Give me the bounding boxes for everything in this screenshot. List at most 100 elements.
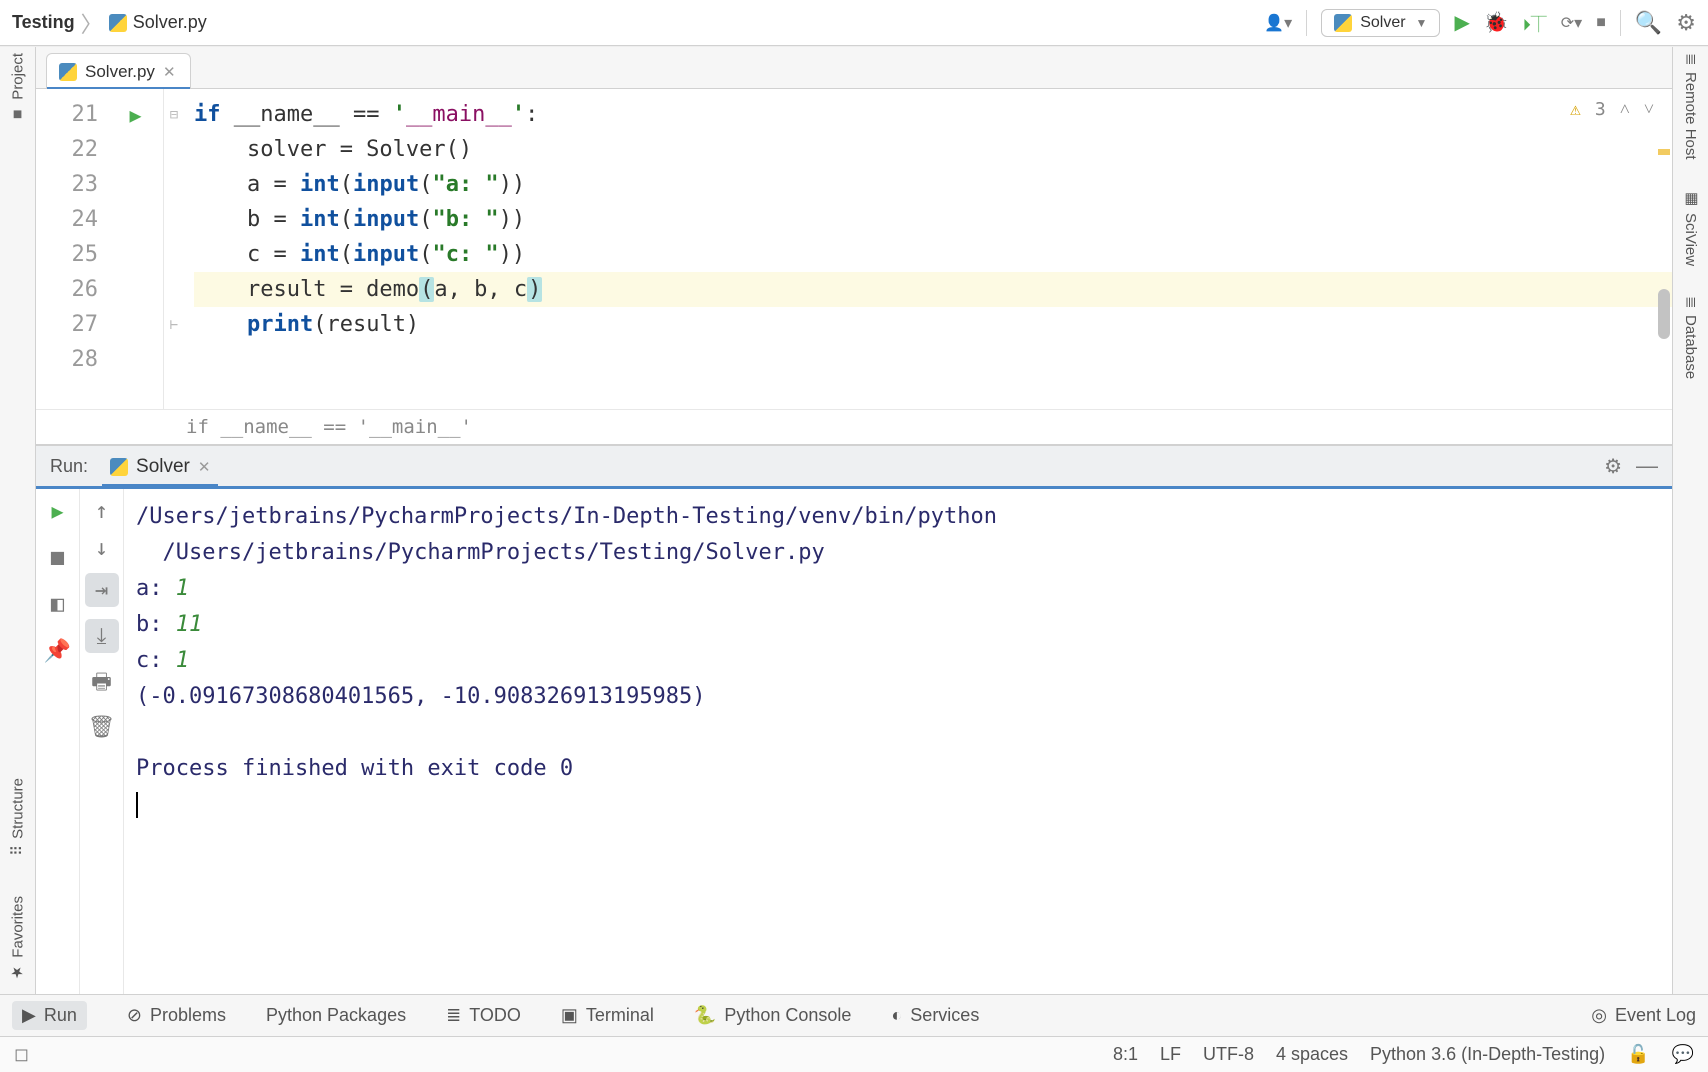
python-file-icon [59, 63, 77, 81]
run-button[interactable]: ▶ [1454, 10, 1469, 35]
left-panel-label: Project [9, 53, 26, 100]
profile-dropdown[interactable]: ⟳▾ [1561, 13, 1582, 33]
up-icon[interactable]: ↑ [95, 499, 108, 524]
list-icon: ≣ [446, 1005, 461, 1026]
structure-panel-toggle[interactable]: ⠿ Structure [9, 778, 27, 856]
ide-status-icon[interactable]: 💬 [1672, 1044, 1694, 1065]
code-area[interactable]: if __name__ == '__main__': solver = Solv… [184, 89, 1672, 409]
python-file-icon [109, 14, 127, 32]
scroll-to-end-button[interactable]: ⤓ [85, 619, 119, 653]
fold-gutter: ⊟ ⊢ [164, 89, 184, 409]
console-text: /Users/jetbrains/PycharmProjects/In-Dept… [136, 504, 1010, 529]
run-panel-body: ▶ ■ ◧ 📌 ↑ ↓ ⇥ ⤓ 🖶 🗑 /Users/jetbrains/Pyc… [36, 489, 1672, 994]
indent-settings[interactable]: 4 spaces [1276, 1044, 1348, 1065]
terminal-panel-button[interactable]: ▣ Terminal [561, 1005, 654, 1026]
toolbar-actions: 👤▾ Solver ▼ ▶ 🐞 ⏵⏉ ⟳▾ ■ 🔍 ⚙ [1264, 9, 1696, 37]
tool-windows-icon[interactable]: ◻ [14, 1044, 29, 1065]
editor-tab-label: Solver.py [85, 62, 155, 82]
run-line-icon[interactable]: ▶ [129, 103, 141, 127]
remote-host-icon: ≣ [1682, 53, 1700, 66]
run-gutter: ▶ [108, 89, 164, 409]
rerun-button[interactable]: ▶ [51, 499, 63, 523]
line-number: 28 [36, 342, 98, 377]
database-panel-toggle[interactable]: ≣ Database [1682, 296, 1700, 379]
interpreter[interactable]: Python 3.6 (In-Depth-Testing) [1370, 1044, 1605, 1065]
run-panel-header: Run: Solver ✕ ⚙ — [36, 445, 1672, 489]
line-separator[interactable]: LF [1160, 1044, 1181, 1065]
prev-highlight-icon[interactable]: ˄ [1620, 99, 1630, 120]
editor-tab[interactable]: Solver.py ✕ [46, 53, 191, 89]
breadcrumb-file[interactable]: Solver.py [133, 12, 207, 33]
code-editor[interactable]: 21 22 23 24 25 26 27 28 ▶ ⊟ ⊢ if __name_… [36, 89, 1672, 409]
breadcrumb-project[interactable]: Testing [12, 12, 75, 33]
editor-breadcrumb[interactable]: if __name__ == '__main__' [36, 409, 1672, 445]
run-panel-tab-label: Solver [136, 456, 190, 478]
run-panel-tab[interactable]: Solver ✕ [102, 450, 218, 487]
line-number: 24 [36, 202, 98, 237]
line-number: 27 [36, 307, 98, 342]
console-text: Process finished with exit code 0 [136, 756, 573, 781]
right-panel-label: Database [1682, 315, 1699, 379]
line-number-gutter: 21 22 23 24 25 26 27 28 [36, 89, 108, 409]
bottom-tool-strip: ▶ Run ⊘ Problems Python Packages ≣ TODO … [0, 994, 1708, 1036]
layout-button[interactable]: ◧ [51, 592, 64, 617]
run-icon: ▶ [22, 1005, 36, 1026]
run-toolbar-left: ▶ ■ ◧ 📌 [36, 489, 80, 994]
run-config-selector[interactable]: Solver ▼ [1321, 9, 1440, 37]
services-panel-button[interactable]: ◐ Services [891, 1005, 979, 1026]
caret-position[interactable]: 8:1 [1113, 1044, 1138, 1065]
line-number: 22 [36, 132, 98, 167]
trash-button[interactable]: 🗑 [88, 715, 116, 740]
marker-stripe[interactable] [1658, 149, 1670, 155]
minimize-icon[interactable]: — [1636, 453, 1658, 479]
console-text: c: [136, 648, 176, 673]
python-packages-button[interactable]: Python Packages [266, 1005, 406, 1026]
fold-icon[interactable]: ⊟ [170, 107, 178, 123]
panel-btn-label: Problems [150, 1005, 226, 1026]
soft-wrap-button[interactable]: ⇥ [85, 573, 119, 607]
run-panel-button[interactable]: ▶ Run [12, 1001, 87, 1030]
console-input-value: 1 [176, 648, 189, 673]
python-console-button[interactable]: 🐍 Python Console [694, 1005, 852, 1026]
status-bar: ◻ 8:1 LF UTF-8 4 spaces Python 3.6 (In-D… [0, 1036, 1708, 1072]
services-icon: ◐ [891, 1005, 902, 1026]
stop-button[interactable]: ■ [51, 545, 64, 570]
terminal-icon: ▣ [561, 1005, 578, 1026]
close-icon[interactable]: ✕ [163, 63, 176, 81]
fold-end-icon[interactable]: ⊢ [170, 317, 178, 333]
todo-panel-button[interactable]: ≣ TODO [446, 1005, 521, 1026]
file-encoding[interactable]: UTF-8 [1203, 1044, 1254, 1065]
next-highlight-icon[interactable]: ˅ [1644, 99, 1654, 120]
left-panel-label: Favorites [9, 896, 26, 958]
sciview-panel-toggle[interactable]: ▦ SciView [1682, 189, 1700, 266]
chevron-right-icon: 〉 [81, 7, 103, 39]
pin-button[interactable]: 📌 [44, 639, 71, 664]
event-log-icon: ◎ [1591, 1005, 1607, 1026]
project-panel-toggle[interactable]: ■ Project [9, 53, 27, 123]
print-button[interactable]: 🖶 [91, 665, 112, 703]
inspection-widget[interactable]: ⚠ 3 ˄ ˅ [1570, 99, 1654, 120]
scrollbar-thumb[interactable] [1658, 289, 1670, 339]
favorites-panel-toggle[interactable]: ★ Favorites [9, 896, 27, 982]
console-output[interactable]: /Users/jetbrains/PycharmProjects/In-Dept… [124, 489, 1672, 994]
panel-btn-label: Services [910, 1005, 979, 1026]
debug-button[interactable]: 🐞 [1484, 10, 1509, 35]
down-icon[interactable]: ↓ [95, 536, 108, 561]
problems-panel-button[interactable]: ⊘ Problems [127, 1005, 226, 1026]
breadcrumb[interactable]: Testing 〉 Solver.py [12, 7, 207, 39]
separator [1620, 10, 1621, 36]
gear-icon[interactable]: ⚙ [1604, 454, 1622, 479]
console-text: a: [136, 576, 176, 601]
gear-icon[interactable]: ⚙ [1676, 10, 1696, 36]
remote-host-panel-toggle[interactable]: ≣ Remote Host [1682, 53, 1700, 159]
console-text: /Users/jetbrains/PycharmProjects/Testing… [163, 540, 825, 565]
close-icon[interactable]: ✕ [198, 458, 211, 476]
event-log-button[interactable]: ◎ Event Log [1591, 1005, 1696, 1026]
stop-button[interactable]: ■ [1596, 14, 1606, 32]
coverage-button[interactable]: ⏵⏉ [1523, 11, 1547, 35]
line-number: 23 [36, 167, 98, 202]
right-panel-label: SciView [1682, 213, 1699, 266]
user-dropdown-icon[interactable]: 👤▾ [1264, 13, 1292, 33]
search-icon[interactable]: 🔍 [1635, 10, 1662, 36]
lock-icon[interactable]: 🔓 [1627, 1044, 1649, 1065]
